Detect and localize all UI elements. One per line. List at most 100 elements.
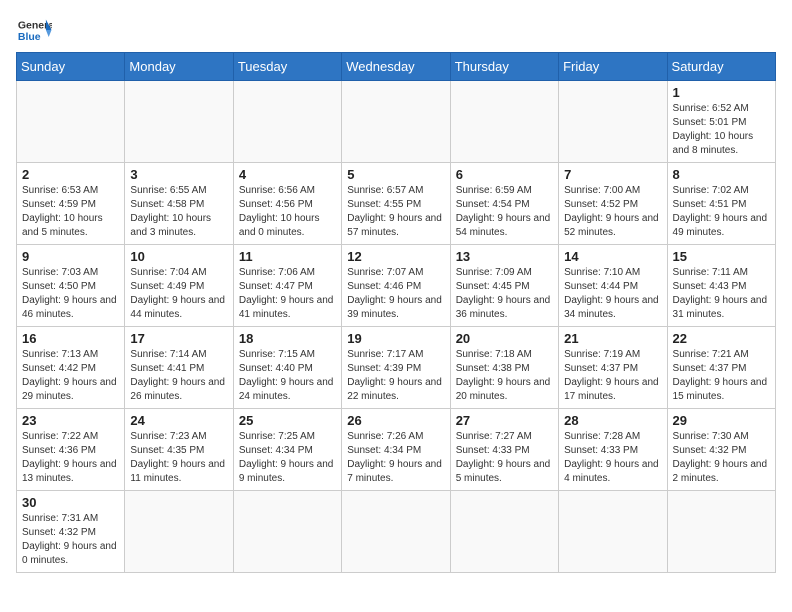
calendar-cell — [450, 491, 558, 573]
day-info: Sunrise: 7:23 AM Sunset: 4:35 PM Dayligh… — [130, 430, 227, 486]
day-number: 12 — [347, 249, 444, 264]
day-number: 23 — [22, 413, 119, 428]
day-info: Sunrise: 7:11 AM Sunset: 4:43 PM Dayligh… — [673, 266, 770, 322]
calendar-cell — [17, 81, 125, 163]
column-header-friday: Friday — [559, 53, 667, 81]
day-info: Sunrise: 7:27 AM Sunset: 4:33 PM Dayligh… — [456, 430, 553, 486]
day-info: Sunrise: 7:30 AM Sunset: 4:32 PM Dayligh… — [673, 430, 770, 486]
day-info: Sunrise: 7:22 AM Sunset: 4:36 PM Dayligh… — [22, 430, 119, 486]
day-number: 6 — [456, 167, 553, 182]
calendar-cell: 20 Sunrise: 7:18 AM Sunset: 4:38 PM Dayli… — [450, 327, 558, 409]
day-number: 11 — [239, 249, 336, 264]
column-header-tuesday: Tuesday — [233, 53, 341, 81]
day-info: Sunrise: 6:56 AM Sunset: 4:56 PM Dayligh… — [239, 184, 336, 240]
calendar-cell — [559, 81, 667, 163]
day-number: 29 — [673, 413, 770, 428]
day-number: 22 — [673, 331, 770, 346]
calendar-cell: 12 Sunrise: 7:07 AM Sunset: 4:46 PM Dayli… — [342, 245, 450, 327]
day-number: 3 — [130, 167, 227, 182]
calendar-week-row: 1 Sunrise: 6:52 AM Sunset: 5:01 PM Daylig… — [17, 81, 776, 163]
calendar-cell: 21 Sunrise: 7:19 AM Sunset: 4:37 PM Dayli… — [559, 327, 667, 409]
calendar-cell: 18 Sunrise: 7:15 AM Sunset: 4:40 PM Dayli… — [233, 327, 341, 409]
calendar-cell: 10 Sunrise: 7:04 AM Sunset: 4:49 PM Dayli… — [125, 245, 233, 327]
day-number: 14 — [564, 249, 661, 264]
day-info: Sunrise: 7:31 AM Sunset: 4:32 PM Dayligh… — [22, 512, 119, 568]
day-number: 24 — [130, 413, 227, 428]
day-info: Sunrise: 7:21 AM Sunset: 4:37 PM Dayligh… — [673, 348, 770, 404]
calendar-cell — [559, 491, 667, 573]
column-header-monday: Monday — [125, 53, 233, 81]
calendar-cell: 25 Sunrise: 7:25 AM Sunset: 4:34 PM Dayli… — [233, 409, 341, 491]
day-number: 18 — [239, 331, 336, 346]
calendar-cell: 23 Sunrise: 7:22 AM Sunset: 4:36 PM Dayli… — [17, 409, 125, 491]
day-info: Sunrise: 7:18 AM Sunset: 4:38 PM Dayligh… — [456, 348, 553, 404]
day-info: Sunrise: 7:04 AM Sunset: 4:49 PM Dayligh… — [130, 266, 227, 322]
calendar-cell: 22 Sunrise: 7:21 AM Sunset: 4:37 PM Dayli… — [667, 327, 775, 409]
day-info: Sunrise: 7:00 AM Sunset: 4:52 PM Dayligh… — [564, 184, 661, 240]
calendar-cell: 26 Sunrise: 7:26 AM Sunset: 4:34 PM Dayli… — [342, 409, 450, 491]
calendar-cell: 19 Sunrise: 7:17 AM Sunset: 4:39 PM Dayli… — [342, 327, 450, 409]
day-info: Sunrise: 7:19 AM Sunset: 4:37 PM Dayligh… — [564, 348, 661, 404]
calendar-cell — [233, 491, 341, 573]
day-number: 5 — [347, 167, 444, 182]
day-info: Sunrise: 7:03 AM Sunset: 4:50 PM Dayligh… — [22, 266, 119, 322]
calendar-cell: 9Sunrise: 7:03 AM Sunset: 4:50 PM Daylig… — [17, 245, 125, 327]
svg-text:Blue: Blue — [18, 31, 41, 43]
page-header: General Blue — [16, 16, 776, 44]
calendar-cell — [125, 81, 233, 163]
calendar-week-row: 16Sunrise: 7:13 AM Sunset: 4:42 PM Dayli… — [17, 327, 776, 409]
column-header-thursday: Thursday — [450, 53, 558, 81]
day-number: 15 — [673, 249, 770, 264]
calendar-cell — [667, 491, 775, 573]
calendar-cell: 7Sunrise: 7:00 AM Sunset: 4:52 PM Daylig… — [559, 163, 667, 245]
day-info: Sunrise: 7:09 AM Sunset: 4:45 PM Dayligh… — [456, 266, 553, 322]
day-number: 21 — [564, 331, 661, 346]
calendar-week-row: 9Sunrise: 7:03 AM Sunset: 4:50 PM Daylig… — [17, 245, 776, 327]
calendar-cell — [450, 81, 558, 163]
day-info: Sunrise: 6:53 AM Sunset: 4:59 PM Dayligh… — [22, 184, 119, 240]
day-number: 10 — [130, 249, 227, 264]
day-info: Sunrise: 7:26 AM Sunset: 4:34 PM Dayligh… — [347, 430, 444, 486]
day-info: Sunrise: 7:25 AM Sunset: 4:34 PM Dayligh… — [239, 430, 336, 486]
calendar-cell: 5Sunrise: 6:57 AM Sunset: 4:55 PM Daylig… — [342, 163, 450, 245]
calendar-week-row: 23 Sunrise: 7:22 AM Sunset: 4:36 PM Dayli… — [17, 409, 776, 491]
day-number: 28 — [564, 413, 661, 428]
day-number: 1 — [673, 85, 770, 100]
calendar-cell: 2 Sunrise: 6:53 AM Sunset: 4:59 PM Daylig… — [17, 163, 125, 245]
calendar-cell — [233, 81, 341, 163]
day-number: 2 — [22, 167, 119, 182]
calendar-cell: 6Sunrise: 6:59 AM Sunset: 4:54 PM Daylig… — [450, 163, 558, 245]
day-info: Sunrise: 7:10 AM Sunset: 4:44 PM Dayligh… — [564, 266, 661, 322]
column-header-saturday: Saturday — [667, 53, 775, 81]
day-info: Sunrise: 7:15 AM Sunset: 4:40 PM Dayligh… — [239, 348, 336, 404]
day-info: Sunrise: 7:07 AM Sunset: 4:46 PM Dayligh… — [347, 266, 444, 322]
calendar-cell: 29 Sunrise: 7:30 AM Sunset: 4:32 PM Dayli… — [667, 409, 775, 491]
calendar-cell: 30Sunrise: 7:31 AM Sunset: 4:32 PM Dayli… — [17, 491, 125, 573]
day-number: 26 — [347, 413, 444, 428]
calendar-cell — [342, 491, 450, 573]
day-number: 8 — [673, 167, 770, 182]
calendar-cell: 4Sunrise: 6:56 AM Sunset: 4:56 PM Daylig… — [233, 163, 341, 245]
day-info: Sunrise: 7:17 AM Sunset: 4:39 PM Dayligh… — [347, 348, 444, 404]
logo: General Blue — [16, 16, 52, 44]
calendar-cell: 1 Sunrise: 6:52 AM Sunset: 5:01 PM Daylig… — [667, 81, 775, 163]
calendar-cell: 11Sunrise: 7:06 AM Sunset: 4:47 PM Dayli… — [233, 245, 341, 327]
day-number: 19 — [347, 331, 444, 346]
calendar-cell: 15 Sunrise: 7:11 AM Sunset: 4:43 PM Dayli… — [667, 245, 775, 327]
calendar-week-row: 2 Sunrise: 6:53 AM Sunset: 4:59 PM Daylig… — [17, 163, 776, 245]
calendar-cell: 17Sunrise: 7:14 AM Sunset: 4:41 PM Dayli… — [125, 327, 233, 409]
day-info: Sunrise: 6:52 AM Sunset: 5:01 PM Dayligh… — [673, 102, 770, 158]
day-info: Sunrise: 7:14 AM Sunset: 4:41 PM Dayligh… — [130, 348, 227, 404]
day-number: 25 — [239, 413, 336, 428]
day-info: Sunrise: 7:28 AM Sunset: 4:33 PM Dayligh… — [564, 430, 661, 486]
day-number: 16 — [22, 331, 119, 346]
calendar-cell: 27Sunrise: 7:27 AM Sunset: 4:33 PM Dayli… — [450, 409, 558, 491]
calendar-cell — [125, 491, 233, 573]
calendar-cell: 3 Sunrise: 6:55 AM Sunset: 4:58 PM Daylig… — [125, 163, 233, 245]
calendar-table: SundayMondayTuesdayWednesdayThursdayFrid… — [16, 52, 776, 573]
column-header-sunday: Sunday — [17, 53, 125, 81]
day-number: 20 — [456, 331, 553, 346]
calendar-cell: 28 Sunrise: 7:28 AM Sunset: 4:33 PM Dayli… — [559, 409, 667, 491]
day-info: Sunrise: 6:55 AM Sunset: 4:58 PM Dayligh… — [130, 184, 227, 240]
calendar-cell — [342, 81, 450, 163]
